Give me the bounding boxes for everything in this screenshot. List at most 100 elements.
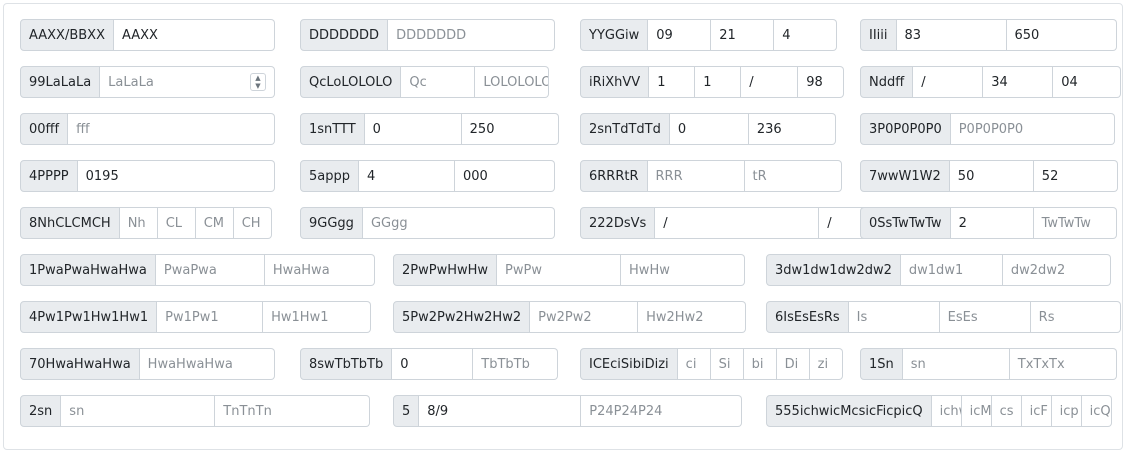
group-label: 4Pw1Pw1Hw1Hw1 [20,301,158,333]
text-input[interactable]: icp [1051,395,1082,427]
text-input[interactable]: 000 [455,160,555,192]
text-input[interactable]: P0P0P0P0 [950,113,1115,145]
text-input[interactable]: ci [677,348,711,380]
text-input[interactable]: CL [157,207,196,239]
text-input[interactable]: 09 [648,19,712,51]
text-input[interactable]: Rs [1030,301,1121,333]
text-input[interactable]: HwHw [621,254,746,286]
text-input[interactable]: 236 [748,113,836,145]
input-group-7-2: 5Pw2Pw2Hw2Hw2 Pw2Pw2 Hw2Hw2 [393,301,747,333]
input-placeholder: P0P0P0P0 [958,121,1024,137]
text-input[interactable]: 1 [695,66,742,98]
input-group-8-2: 8swTbTbTb 0 TbTbTb [300,348,559,380]
text-input[interactable]: ichw [931,395,962,427]
text-input[interactable]: 0 [669,113,749,145]
text-input[interactable]: 8/9 [419,395,582,427]
text-input[interactable]: 650 [1006,19,1117,51]
text-input[interactable]: icM [961,395,992,427]
chevron-down-icon[interactable]: ▼ [255,82,260,90]
text-input[interactable]: Pw2Pw2 [530,301,639,333]
text-input[interactable]: 1 [649,66,696,98]
input-group-3-3: 2snTdTdTd 0 236 [580,113,836,145]
group-label: 3P0P0P0P0 [860,113,951,145]
group-label: iRiXhVV [580,66,650,98]
text-input[interactable]: CM [195,207,234,239]
input-value: / [663,215,668,231]
text-input[interactable]: DDDDDDD [388,19,555,51]
input-group-5-3: 222DsVs / / [580,207,910,239]
text-input[interactable]: Hw2Hw2 [638,301,747,333]
text-input[interactable]: CH [233,207,272,239]
text-input[interactable]: / [913,66,984,98]
spinner-icon[interactable]: ▲ ▼ [250,73,266,91]
group-label: 8swTbTbTb [300,348,393,380]
text-input[interactable]: 4 [359,160,455,192]
text-input[interactable]: 4 [774,19,838,51]
text-input[interactable]: 34 [983,66,1054,98]
text-input[interactable]: / [655,207,820,239]
text-input[interactable]: 50 [949,160,1034,192]
text-input[interactable]: P24P24P24 [581,395,743,427]
input-placeholder: Hw2Hw2 [646,309,704,325]
text-input[interactable]: HwaHwaHwa [139,348,275,380]
text-input[interactable]: Si [710,348,744,380]
text-input[interactable]: 21 [711,19,775,51]
text-input[interactable]: PwPw [497,254,622,286]
text-input[interactable]: RRR [647,160,745,192]
text-input[interactable]: 83 [896,19,1007,51]
input-value: 250 [469,121,495,137]
text-input[interactable]: icF [1021,395,1052,427]
text-input[interactable]: LOLOLOLO [475,66,550,98]
text-input[interactable]: TxTxTx [1009,348,1117,380]
text-input[interactable]: AAXX [114,19,275,51]
text-input[interactable]: HwaHwa [264,254,375,286]
chevron-up-icon[interactable]: ▲ [255,74,260,82]
text-input[interactable]: dw2dw2 [1002,254,1111,286]
text-input[interactable]: PwaPwa [155,254,265,286]
text-input[interactable]: TwTwTw [1033,207,1117,239]
text-input[interactable]: Is [848,301,940,333]
text-input[interactable]: 0 [392,348,474,380]
text-input[interactable]: Hw1Hw1 [263,301,372,333]
input-value: 236 [756,121,782,137]
text-input[interactable]: 250 [461,113,559,145]
text-input[interactable]: 52 [1033,160,1118,192]
input-placeholder: GGgg [370,215,408,231]
text-input[interactable]: zi [809,348,843,380]
input-placeholder: TxTxTx [1017,356,1065,372]
input-value: AAXX [122,27,158,43]
input-placeholder: PwaPwa [163,262,217,278]
text-input[interactable]: icQ [1081,395,1112,427]
input-group-3-4: 3P0P0P0P0 P0P0P0P0 [860,113,1115,145]
text-input[interactable]: cs [991,395,1022,427]
text-input[interactable]: EsEs [939,301,1031,333]
text-input[interactable]: GGgg [362,207,555,239]
text-input[interactable]: / [741,66,799,98]
text-input[interactable]: sn [902,348,1010,380]
number-input[interactable]: LaLaLa ▲ ▼ [100,66,275,98]
text-input[interactable]: Qc [401,66,476,98]
text-input[interactable]: 0 [364,113,462,145]
text-input[interactable]: 2 [950,207,1034,239]
text-input[interactable]: TnTnTn [215,395,371,427]
group-label: 2snTdTdTd [580,113,670,145]
text-input[interactable]: 0195 [77,160,275,192]
text-input[interactable]: 98 [798,66,845,98]
text-input[interactable]: bi [743,348,777,380]
input-placeholder: LaLaLa [108,74,154,90]
group-label: 8NhCLCMCH [20,207,120,239]
input-value: 8/9 [427,403,449,419]
text-input[interactable]: Nh [119,207,158,239]
group-label: 0SsTwTwTw [860,207,951,239]
text-input[interactable]: Pw1Pw1 [157,301,264,333]
input-group-7-3: 6IsEsEsRs Is EsEs Rs [766,301,1121,333]
text-input[interactable]: Di [776,348,810,380]
text-input[interactable]: tR [744,160,842,192]
text-input[interactable]: 04 [1053,66,1122,98]
text-input[interactable]: fff [68,113,275,145]
input-placeholder: dw1dw1 [908,262,964,278]
text-input[interactable]: sn [61,395,216,427]
text-input[interactable]: TbTbTb [473,348,559,380]
input-value: 4 [367,168,376,184]
text-input[interactable]: dw1dw1 [900,254,1003,286]
